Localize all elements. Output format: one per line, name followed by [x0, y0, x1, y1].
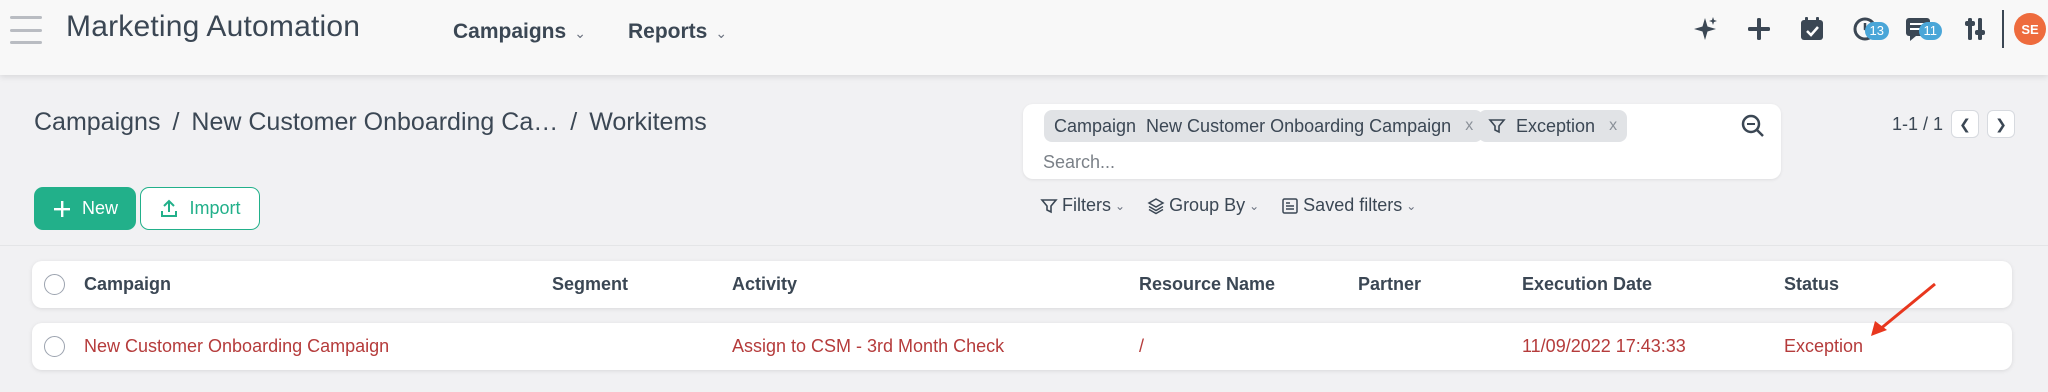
select-all-checkbox[interactable] [44, 274, 65, 295]
layers-icon [1147, 197, 1165, 214]
menu-toggle-icon[interactable] [10, 16, 42, 44]
breadcrumb: Campaigns / New Customer Onboarding Ca… … [34, 108, 707, 137]
group-by-dropdown[interactable]: Group By ⌄ [1147, 195, 1259, 216]
breadcrumb-campaign[interactable]: New Customer Onboarding Ca… [191, 108, 558, 137]
search-facet-campaign[interactable]: Campaign New Customer Onboarding Campaig… [1044, 110, 1484, 142]
chevron-down-icon: ⌄ [1406, 198, 1417, 213]
facet-field: Campaign [1054, 115, 1137, 136]
nav-campaigns[interactable]: Campaigns ⌄ [453, 20, 586, 44]
chevron-down-icon: ⌄ [574, 24, 586, 41]
filter-icon [1488, 119, 1506, 134]
cell-resource-name: / [1139, 336, 1145, 356]
app-title[interactable]: Marketing Automation [66, 10, 360, 44]
messages-count-badge: 11 [1918, 22, 1942, 40]
search-subtools: Filters ⌄ Group By ⌄ Saved filters ⌄ [1040, 195, 1416, 216]
search-facet-exception[interactable]: Exception x [1478, 110, 1628, 142]
divider [0, 245, 2048, 246]
filters-label: Filters [1062, 195, 1111, 215]
cell-execution-date: 11/09/2022 17:43:33 [1522, 336, 1686, 356]
column-header-execution-date[interactable]: Execution Date [1522, 261, 1652, 308]
chat-icon[interactable]: 11 [1904, 14, 1942, 44]
avatar[interactable]: SE [2014, 13, 2046, 45]
search-input[interactable] [1043, 152, 1723, 173]
breadcrumb-separator: / [172, 108, 180, 136]
new-button[interactable]: New [34, 187, 136, 230]
facet-remove-icon[interactable]: x [1609, 117, 1617, 135]
saved-filters-icon [1282, 197, 1298, 214]
column-header-partner[interactable]: Partner [1358, 261, 1421, 308]
import-button[interactable]: Import [140, 187, 260, 230]
pager-next-icon[interactable]: ❯ [1987, 110, 2016, 138]
new-button-label: New [81, 198, 118, 218]
chevron-down-icon: ⌄ [1249, 198, 1260, 213]
chevron-down-icon: ⌄ [715, 24, 728, 41]
column-header-segment[interactable]: Segment [552, 261, 628, 308]
facet-value: Exception [1516, 115, 1596, 136]
sparkle-icon[interactable] [1690, 14, 1720, 44]
facet-value: New Customer Onboarding Campaign [1146, 115, 1452, 136]
group-by-label: Group By [1169, 195, 1246, 215]
facet-remove-icon[interactable]: x [1465, 117, 1473, 135]
chevron-down-icon: ⌄ [1115, 198, 1126, 213]
nav-campaigns-label: Campaigns [453, 20, 567, 43]
column-header-campaign[interactable]: Campaign [84, 261, 171, 308]
table-header: Campaign Segment Activity Resource Name … [32, 261, 2012, 308]
nav-reports[interactable]: Reports ⌄ [628, 20, 727, 44]
search-options-icon[interactable] [1739, 112, 1767, 140]
breadcrumb-campaigns[interactable]: Campaigns [34, 108, 160, 137]
table-row[interactable]: New Customer Onboarding Campaign Assign … [32, 323, 2012, 370]
saved-filters-dropdown[interactable]: Saved filters ⌄ [1281, 195, 1416, 216]
divider [2002, 10, 2004, 48]
plus-icon[interactable] [1744, 14, 1774, 44]
breadcrumb-current: Workitems [589, 108, 707, 136]
nav-reports-label: Reports [628, 20, 708, 43]
cell-campaign: New Customer Onboarding Campaign [84, 336, 390, 356]
calendar-check-icon[interactable] [1797, 14, 1827, 44]
column-header-status[interactable]: Status [1784, 261, 1839, 308]
row-checkbox[interactable] [44, 336, 65, 357]
column-header-resource-name[interactable]: Resource Name [1139, 261, 1275, 308]
saved-filters-label: Saved filters [1303, 195, 1403, 215]
settings-sliders-icon[interactable] [1960, 14, 1990, 44]
annotation-arrow [1871, 282, 1936, 336]
breadcrumb-separator: / [570, 108, 578, 136]
pager-value[interactable]: 1-1 / 1 [1892, 114, 1943, 135]
cell-activity: Assign to CSM - 3rd Month Check [732, 336, 1005, 356]
upload-icon [161, 199, 178, 217]
cell-status: Exception [1784, 336, 1864, 356]
filters-dropdown[interactable]: Filters ⌄ [1040, 195, 1125, 216]
filter-icon [1040, 198, 1058, 213]
pager: 1-1 / 1 ❮ ❯ [1892, 110, 2016, 138]
search-panel: Campaign New Customer Onboarding Campaig… [1023, 104, 1781, 179]
pager-previous-icon[interactable]: ❮ [1951, 110, 1980, 138]
top-navbar: Marketing Automation Campaigns ⌄ Reports… [0, 0, 2048, 75]
import-button-label: Import [189, 198, 241, 218]
activity-count-badge: 13 [1864, 22, 1889, 40]
column-header-activity[interactable]: Activity [732, 261, 797, 308]
plus-icon [53, 200, 70, 217]
clock-icon[interactable]: 13 [1851, 14, 1889, 44]
